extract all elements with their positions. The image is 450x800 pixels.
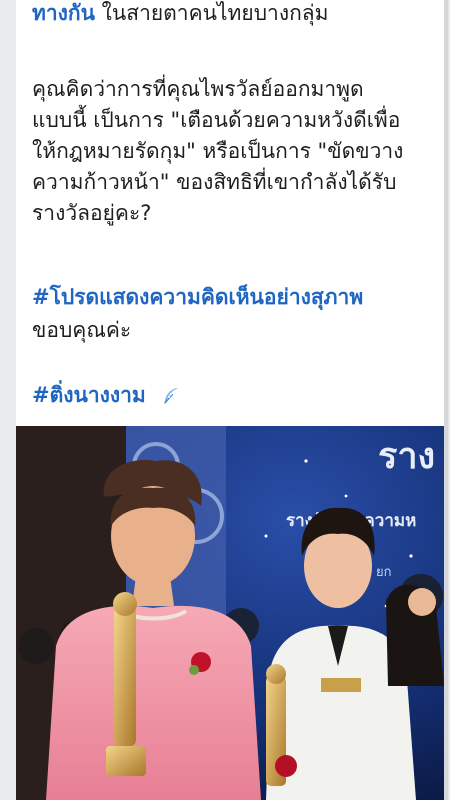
feather-icon — [160, 385, 182, 407]
post-paragraph-line: คุณคิดว่าการที่คุณไพรวัลย์ออกมาพูด — [32, 77, 364, 101]
post-paragraph-line: ความก้าวหน้า" ของสิทธิที่เขากำลังได้รับ — [32, 170, 397, 194]
post-line-1-text: ในสายตาคนไทยบางกลุ่ม — [94, 1, 329, 25]
post-paragraph: คุณคิดว่าการที่คุณไพรวัลย์ออกมาพูด แบบนี… — [32, 74, 436, 229]
post-paragraph-line: ให้กฎหมายรัดกุม" หรือเป็นการ "ขัดขวาง — [32, 139, 404, 163]
post-paragraph-line: แบบนี้ เป็นการ "เตือนด้วยความหวังดีเพื่อ — [32, 108, 401, 132]
award-photo-illustration: ราง รางวัลแห่งความห ยก — [16, 426, 444, 800]
hashtag-tingnangngam[interactable]: #ติ่งนางงาม — [32, 383, 146, 407]
hashtag-row: #ติ่งนางงาม — [32, 380, 182, 411]
scrollbar[interactable] — [444, 0, 448, 800]
post-card: ทางกัน ในสายตาคนไทยบางกลุ่ม คุณคิดว่าการ… — [16, 0, 444, 800]
hashtag-link-partial[interactable]: ทางกัน — [32, 1, 95, 25]
thanks-text: ขอบคุณค่ะ — [32, 318, 132, 342]
banner-sub-text: ยก — [376, 565, 392, 580]
award-photo[interactable]: ราง รางวัลแห่งความห ยก — [16, 426, 444, 800]
banner-big-text: ราง — [378, 436, 435, 477]
post-line-1: ทางกัน ในสายตาคนไทยบางกลุ่ม — [32, 0, 329, 29]
hashtag-polite-comment[interactable]: #โปรดแสดงความคิดเห็นอย่างสุภาพ — [32, 282, 363, 313]
post-paragraph-line: รางวัลอยู่คะ? — [32, 201, 152, 225]
